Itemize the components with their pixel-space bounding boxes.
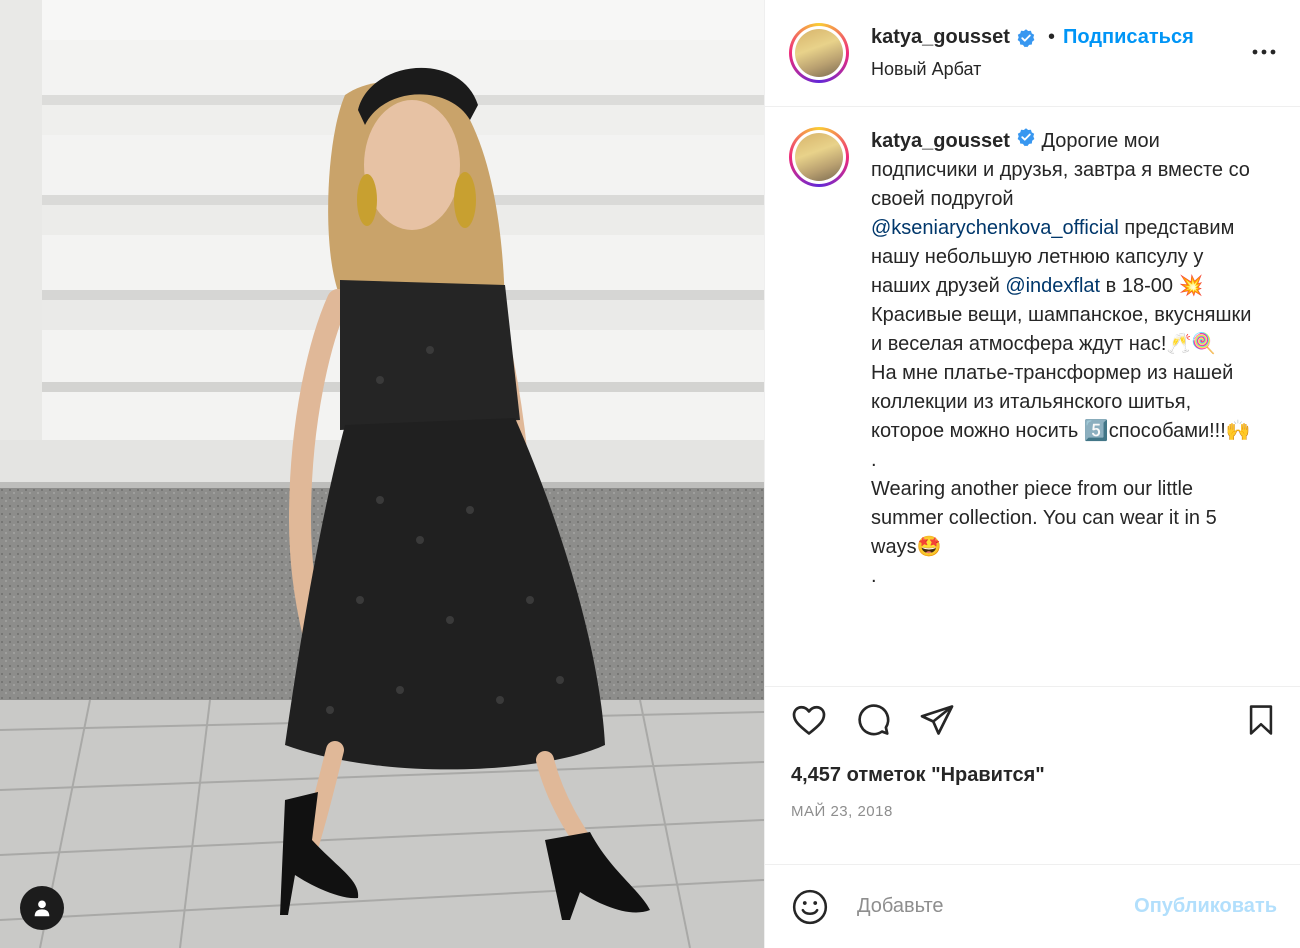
- likes-count[interactable]: 4,457 отметок "Нравится": [765, 752, 1300, 787]
- avatar[interactable]: [789, 23, 849, 83]
- tagged-user-button[interactable]: [20, 886, 64, 930]
- caption-verified-badge-icon: [1016, 127, 1036, 147]
- caption-username-link[interactable]: katya_gousset: [871, 130, 1010, 152]
- comment-icon[interactable]: [855, 702, 891, 738]
- username-link[interactable]: katya_gousset: [871, 26, 1010, 49]
- mention-link[interactable]: @kseniarychenkova_official: [871, 217, 1119, 239]
- action-bar: [765, 686, 1300, 752]
- bookmark-icon[interactable]: [1244, 703, 1278, 737]
- separator-dot: •: [1047, 26, 1055, 48]
- more-options-icon[interactable]: [1250, 38, 1278, 71]
- location-link[interactable]: Новый Арбат: [871, 59, 1278, 80]
- caption-part: в 18-00 💥 Красивые вещи, шампанское, вку…: [871, 275, 1252, 587]
- caption-text: katya_gousset Дорогие мои подписчики и д…: [871, 127, 1261, 686]
- follow-button[interactable]: Подписаться: [1063, 26, 1194, 49]
- publish-button[interactable]: Опубликовать: [1134, 895, 1277, 918]
- mention-link[interactable]: @indexflat: [1005, 275, 1100, 297]
- verified-badge-icon: [1016, 28, 1036, 48]
- post-date[interactable]: МАЙ 23, 2018: [765, 787, 1300, 820]
- comment-bar: Опубликовать: [765, 864, 1300, 948]
- emoji-icon[interactable]: [791, 888, 829, 926]
- comment-input[interactable]: [855, 894, 1135, 919]
- caption-section: katya_gousset Дорогие мои подписчики и д…: [765, 107, 1300, 686]
- user-icon: [34, 900, 50, 917]
- paper-plane-icon[interactable]: [919, 702, 955, 738]
- post-header: katya_gousset • Подписаться Новый Арбат: [765, 0, 1300, 107]
- instagram-post: katya_gousset • Подписаться Новый Арбат: [0, 0, 1300, 948]
- heart-icon[interactable]: [791, 702, 827, 738]
- caption-avatar[interactable]: [789, 127, 849, 187]
- post-side-panel: katya_gousset • Подписаться Новый Арбат: [764, 0, 1300, 948]
- post-photo[interactable]: [0, 0, 764, 948]
- photo-scene: [0, 0, 764, 948]
